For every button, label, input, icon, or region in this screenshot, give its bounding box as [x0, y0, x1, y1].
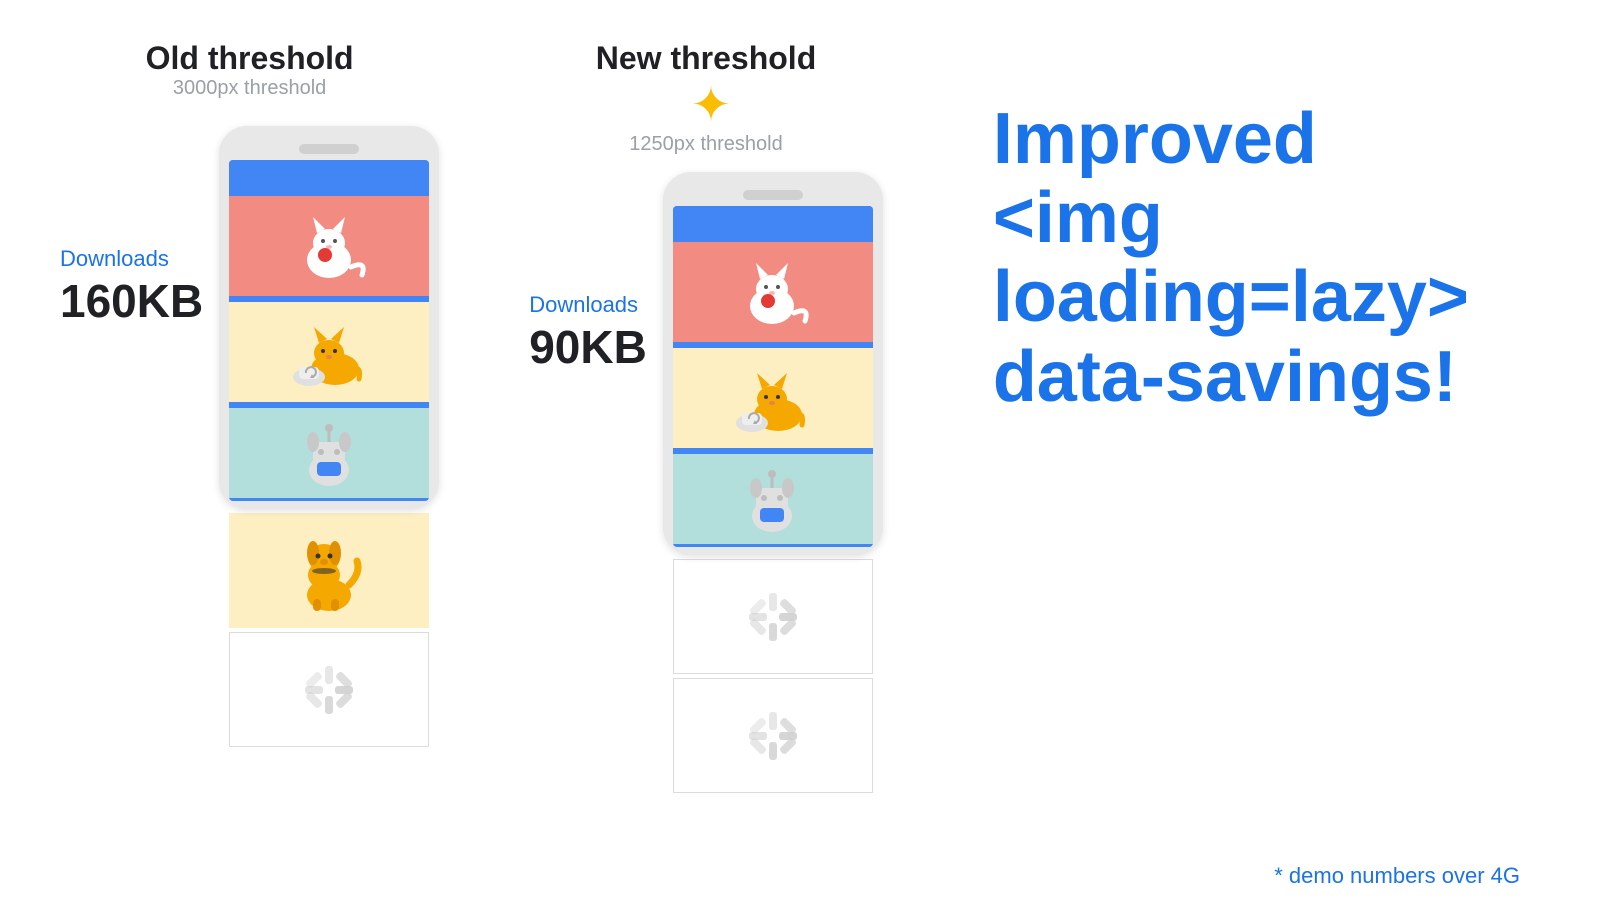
new-standalone-cards: [663, 555, 883, 793]
new-card-cat1: [673, 242, 873, 342]
improved-line1: Improved: [993, 99, 1317, 179]
old-phone: [219, 126, 439, 509]
old-phone-header-bar: [229, 160, 429, 196]
new-loading-spinner1: [745, 589, 801, 645]
old-threshold-subtitle: 3000px threshold: [173, 77, 326, 99]
demo-note: * demo numbers over 4G: [1274, 863, 1520, 889]
sparkle-icon: ✦: [691, 77, 731, 133]
old-threshold-panel: Old threshold 3000px threshold Downloads…: [60, 40, 439, 747]
old-card-cat1: [229, 196, 429, 296]
new-threshold-subtitle: 1250px threshold: [629, 133, 782, 155]
old-downloads-value: 160KB: [60, 274, 203, 328]
improved-text: Improved <img loading=lazy> data-savings…: [993, 100, 1540, 417]
main-container: Old threshold 3000px threshold Downloads…: [0, 0, 1600, 919]
old-standalone-cards: [219, 509, 439, 747]
old-card-dog1: [229, 408, 429, 498]
old-downloads-info: Downloads 160KB: [60, 126, 203, 328]
new-threshold-panel: New threshold ✦ 1250px threshold Downloa…: [529, 40, 883, 793]
old-threshold-header: Old threshold 3000px threshold: [146, 40, 354, 110]
old-card-loading: [229, 632, 429, 747]
new-phone: [663, 172, 883, 555]
old-phone-screen: [229, 160, 429, 501]
old-cat1-illustration: [287, 205, 372, 287]
new-loading-spinner2: [745, 708, 801, 764]
new-threshold-header: New threshold ✦ 1250px threshold: [596, 40, 816, 156]
old-card-dog2: [229, 513, 429, 628]
old-dog2-illustration: [279, 523, 379, 618]
old-dog1-illustration: [287, 412, 372, 494]
old-phone-notch: [299, 144, 359, 154]
new-downloads-value: 90KB: [529, 320, 647, 374]
new-panel-with-info: Downloads 90KB: [529, 172, 883, 793]
old-downloads-label: Downloads: [60, 246, 203, 272]
new-phone-header-bar: [673, 206, 873, 242]
new-phone-and-cards: [663, 172, 883, 793]
improved-line2: <img loading=lazy>: [993, 178, 1469, 337]
new-downloads-info: Downloads 90KB: [529, 172, 647, 374]
panels-wrapper: Old threshold 3000px threshold Downloads…: [60, 40, 933, 793]
new-card-dog1: [673, 454, 873, 544]
old-cat2-illustration: [287, 311, 372, 393]
new-phone-screen: [673, 206, 873, 547]
new-threshold-title: New threshold: [596, 40, 816, 77]
old-phone-and-cards: [219, 126, 439, 747]
right-section: Improved <img loading=lazy> data-savings…: [933, 100, 1540, 417]
old-loading-spinner: [301, 662, 357, 718]
new-card-cat2: [673, 348, 873, 448]
old-panel-with-info: Downloads 160KB: [60, 126, 439, 747]
old-card-cat2: [229, 302, 429, 402]
new-downloads-label: Downloads: [529, 292, 647, 318]
old-threshold-title: Old threshold: [146, 40, 354, 77]
new-card-loading2: [673, 678, 873, 793]
new-dog1-illustration: [730, 458, 815, 540]
improved-line3: data-savings!: [993, 337, 1457, 417]
new-cat2-illustration: [730, 357, 815, 439]
new-cat1-illustration: [730, 251, 815, 333]
new-card-loading1: [673, 559, 873, 674]
new-phone-notch: [743, 190, 803, 200]
